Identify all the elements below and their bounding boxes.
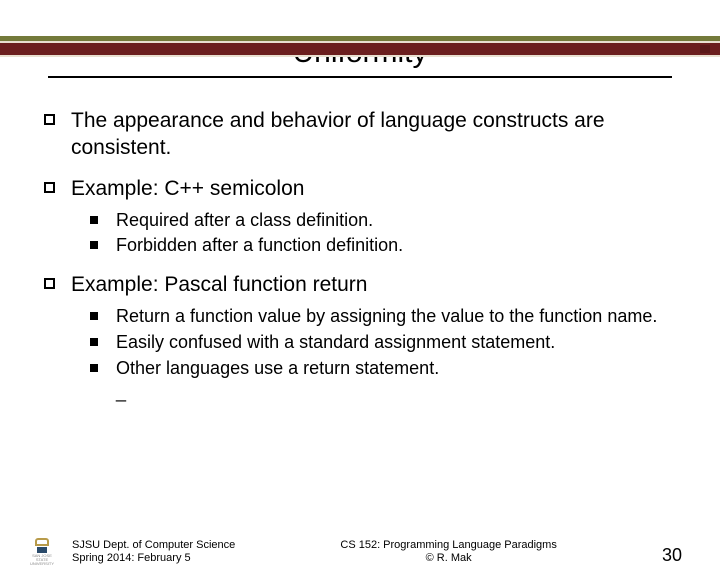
footer-left: SJSU Dept. of Computer Science Spring 20… [72,539,235,567]
band-maroon [0,43,720,55]
hollow-square-bullet-icon [44,182,55,193]
logo-caption: SAN JOSE STATE UNIVERSITY [30,554,54,566]
sub-bullet-list: Required after a class definition. Forbi… [90,209,676,259]
sub-bullet-item: Forbidden after a function definition. [90,234,676,258]
sub-bullet-item: Return a function value by assigning the… [90,305,676,329]
footer-date: Spring 2014: February 5 [72,552,235,566]
filled-square-bullet-icon [90,241,98,249]
footer-center: CS 152: Programming Language Paradigms ©… [235,539,662,567]
bullet-text: The appearance and behavior of language … [71,108,676,162]
filled-square-bullet-icon [90,312,98,320]
bullet-text: Example: C++ semicolon [71,176,304,203]
band-thin-bottom [0,55,720,57]
bullet-item: The appearance and behavior of language … [44,108,676,162]
sub-bullet-item: Other languages use a return statement. [90,357,676,381]
hollow-square-bullet-icon [44,114,55,125]
sub-bullet-text: Return a function value by assigning the… [116,305,657,329]
footer-dept: SJSU Dept. of Computer Science [72,539,235,553]
top-decorative-bands [0,36,720,57]
sub-bullet-list: Return a function value by assigning the… [90,305,676,380]
hollow-square-bullet-icon [44,278,55,289]
bullet-text: Example: Pascal function return [71,272,367,299]
sub-bullet-text: Required after a class definition. [116,209,373,233]
content-area: The appearance and behavior of language … [0,78,720,403]
sub-bullet-item: Required after a class definition. [90,209,676,233]
sub-sub-bullet-text: _ [116,382,676,403]
slide-footer: SAN JOSE STATE UNIVERSITY SJSU Dept. of … [0,538,720,566]
sub-bullet-text: Other languages use a return statement. [116,357,439,381]
sub-bullet-item: Easily confused with a standard assignme… [90,331,676,355]
sub-bullet-text: Forbidden after a function definition. [116,234,403,258]
page-number: 30 [662,545,682,566]
filled-square-bullet-icon [90,364,98,372]
footer-author: © R. Mak [235,552,662,566]
sub-bullet-text: Easily confused with a standard assignme… [116,331,555,355]
sjsu-logo-icon: SAN JOSE STATE UNIVERSITY [30,538,54,566]
bullet-group: Example: Pascal function return Return a… [44,272,676,403]
bullet-group: Example: C++ semicolon Required after a … [44,176,676,258]
filled-square-bullet-icon [90,216,98,224]
sub-sub-bullet-list: _ [116,382,676,403]
bullet-item: Example: Pascal function return [44,272,676,299]
bullet-item: Example: C++ semicolon [44,176,676,203]
filled-square-bullet-icon [90,338,98,346]
footer-course: CS 152: Programming Language Paradigms [235,539,662,553]
